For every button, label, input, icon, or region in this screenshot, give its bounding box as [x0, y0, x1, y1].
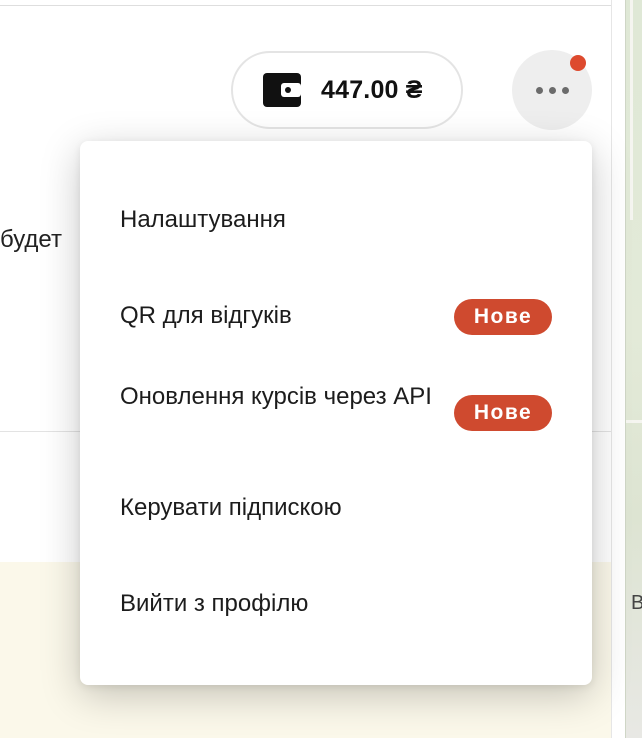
map-road [626, 420, 642, 423]
menu-item-manage-subscription[interactable]: Керувати підпискою [120, 488, 560, 528]
background-text: будет [0, 226, 62, 253]
menu-item-settings[interactable]: Налаштування [120, 200, 560, 240]
menu-item-label: QR для відгуків [120, 302, 292, 329]
map-background [625, 0, 642, 738]
menu-item-logout[interactable]: Вийти з профілю [120, 584, 560, 624]
notification-dot [570, 55, 586, 71]
more-horizontal-icon [535, 86, 543, 94]
divider [0, 5, 611, 6]
menu-item-label: Вийти з профілю [120, 590, 309, 617]
dropdown-menu: Налаштування QR для відгуків Нове Оновле… [80, 141, 592, 685]
menu-item-label: Налаштування [120, 206, 286, 233]
more-horizontal-icon [561, 86, 569, 94]
map-road [630, 0, 633, 220]
new-badge: Нове [454, 395, 552, 431]
wallet-icon [263, 73, 301, 107]
balance-button[interactable]: 447.00 ₴ [231, 51, 463, 129]
more-horizontal-icon [548, 86, 556, 94]
divider [611, 0, 612, 738]
balance-amount: 447.00 ₴ [321, 75, 423, 104]
menu-item-label: Керувати підпискою [120, 494, 342, 521]
new-badge: Нове [454, 299, 552, 335]
menu-item-api-rates[interactable]: Оновлення курсів через API [120, 368, 450, 426]
map-label: В [631, 592, 642, 614]
menu-item-label: Оновлення курсів через API [120, 383, 432, 410]
